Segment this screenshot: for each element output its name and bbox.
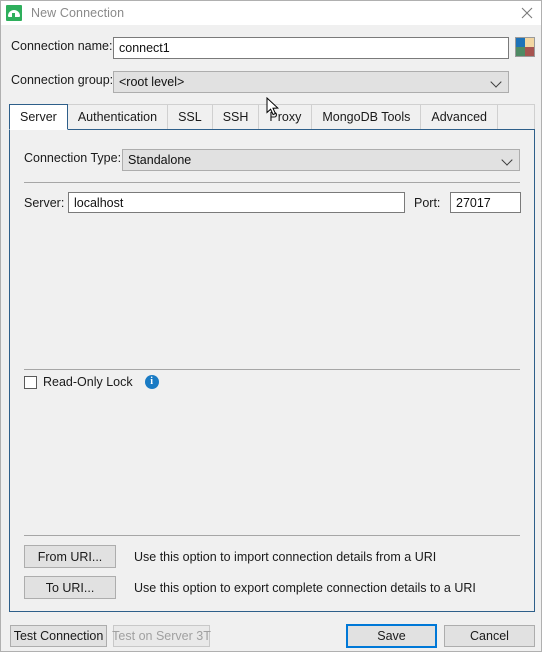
from-uri-button-label: From URI...: [37, 549, 103, 564]
save-button-label: Save: [377, 629, 406, 643]
separator-3: [24, 535, 520, 536]
tab-proxy[interactable]: Proxy: [258, 104, 313, 129]
connection-group-select[interactable]: <root level>: [113, 71, 509, 93]
new-connection-dialog: New Connection Connection name: Connecti…: [0, 0, 542, 652]
connection-name-input[interactable]: [113, 37, 509, 59]
read-only-lock-label: Read-Only Lock: [43, 375, 133, 389]
tab-ssl-label: SSL: [178, 110, 202, 124]
dialog-footer: Test Connection Test on Server 3T Save C…: [1, 616, 541, 651]
server-host-input[interactable]: [68, 192, 405, 213]
to-uri-button[interactable]: To URI...: [24, 576, 116, 599]
tab-mongodb-tools-label: MongoDB Tools: [322, 110, 411, 124]
test-connection-button[interactable]: Test Connection: [10, 625, 107, 647]
connection-type-row: Connection Type:: [24, 151, 121, 165]
read-only-lock-row: Read-Only Lock i: [24, 375, 159, 389]
tab-advanced[interactable]: Advanced: [420, 104, 498, 129]
connection-type-label: Connection Type:: [24, 151, 122, 165]
save-button[interactable]: Save: [346, 624, 437, 648]
test-on-server-3t-button: Test on Server 3T: [112, 625, 211, 647]
port-label: Port:: [414, 196, 441, 210]
tab-mongodb-tools[interactable]: MongoDB Tools: [311, 104, 422, 129]
tab-proxy-label: Proxy: [269, 110, 302, 124]
swatch-color-1: [516, 38, 525, 47]
title-bar: New Connection: [1, 1, 541, 25]
mongodb-leaf-icon: [6, 5, 22, 21]
server-row: Server:: [24, 196, 64, 210]
read-only-lock-checkbox[interactable]: [24, 375, 37, 389]
server-tab-panel: Connection Type: Standalone Server: Port…: [9, 129, 535, 612]
tab-ssl[interactable]: SSL: [167, 104, 213, 129]
tab-bar: Server Authentication SSL SSH Proxy Mong…: [9, 104, 535, 130]
connection-name-label: Connection name:: [11, 39, 113, 53]
connection-name-row: Connection name:: [11, 39, 112, 53]
info-icon[interactable]: i: [144, 375, 159, 389]
connection-group-row: Connection group:: [11, 73, 113, 87]
connection-group-value: <root level>: [119, 75, 185, 89]
connection-type-select[interactable]: Standalone: [122, 149, 520, 171]
port-row: Port:: [414, 196, 440, 210]
server-label: Server:: [24, 196, 65, 210]
window-title: New Connection: [31, 6, 125, 20]
to-uri-button-label: To URI...: [45, 580, 95, 595]
test-connection-button-label: Test Connection: [13, 629, 104, 643]
test-on-server-3t-button-label: Test on Server 3T: [112, 629, 211, 643]
tab-server[interactable]: Server: [9, 104, 68, 130]
chevron-down-icon: [502, 154, 514, 166]
separator-2: [24, 369, 520, 370]
separator-1: [24, 182, 520, 183]
tab-ssh[interactable]: SSH: [211, 104, 260, 129]
port-input[interactable]: [450, 192, 521, 213]
to-uri-hint: Use this option to export complete conne…: [134, 581, 476, 595]
connection-group-label: Connection group:: [11, 73, 114, 87]
from-uri-hint: Use this option to import connection det…: [134, 550, 437, 564]
from-uri-button[interactable]: From URI...: [24, 545, 116, 568]
connection-type-value: Standalone: [128, 153, 192, 167]
swatch-color-2: [525, 38, 534, 47]
color-swatch-button[interactable]: [515, 37, 535, 57]
tab-ssh-label: SSH: [222, 110, 249, 124]
tab-authentication[interactable]: Authentication: [66, 104, 169, 129]
tab-advanced-label: Advanced: [431, 110, 487, 124]
tab-server-label: Server: [20, 110, 57, 124]
cancel-button[interactable]: Cancel: [444, 625, 535, 647]
swatch-color-4: [525, 47, 534, 56]
swatch-color-3: [516, 47, 525, 56]
close-icon[interactable]: [511, 1, 541, 25]
cancel-button-label: Cancel: [470, 629, 509, 643]
tab-authentication-label: Authentication: [77, 110, 158, 124]
chevron-down-icon: [491, 76, 503, 88]
tab-bar-filler: [496, 104, 535, 129]
